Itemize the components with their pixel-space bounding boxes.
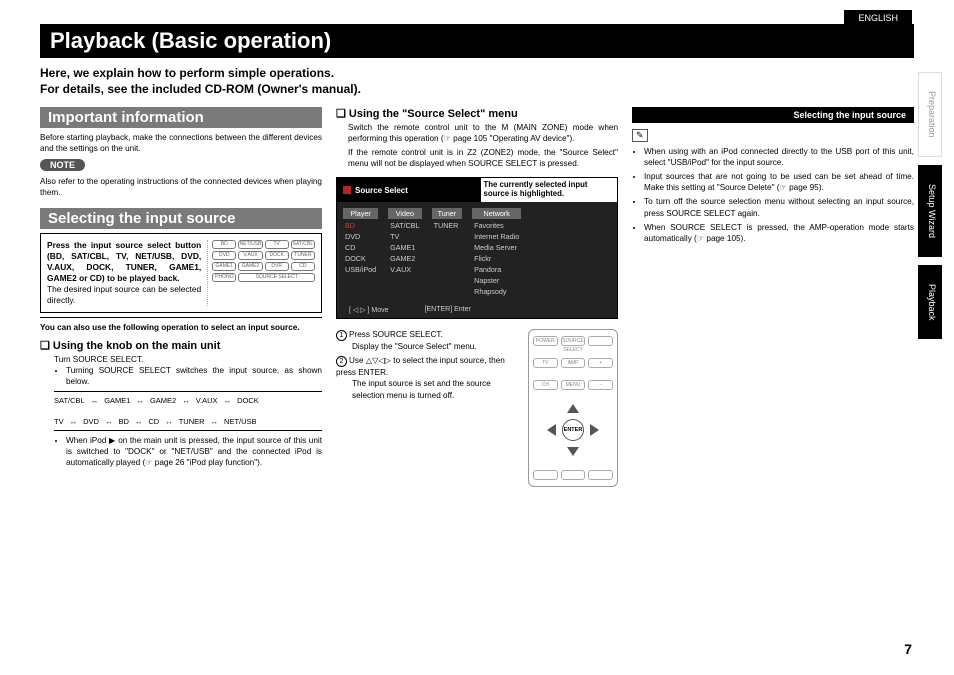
remote-illustration: POWER SOURCE SELECT TV AMP + CH MENU −: [528, 329, 618, 487]
ss-cat-head: Video: [388, 208, 421, 219]
ss-item: GAME1: [388, 243, 421, 252]
rm-btn: DOCK: [265, 251, 289, 260]
important-text: Before starting playback, make the conne…: [40, 132, 322, 154]
section-select-head: Selecting the input source: [40, 208, 322, 229]
source-select-box: Press the input source select button (BD…: [40, 233, 322, 313]
also-text: You can also use the following operation…: [40, 322, 322, 333]
enter-button: ENTER: [562, 419, 584, 441]
divider: [40, 317, 322, 318]
box-line1: Press the input source select button: [47, 240, 201, 250]
ss-item: Flickr: [472, 254, 521, 263]
ss-cat-head: Player: [343, 208, 378, 219]
ss-cat-head: Tuner: [432, 208, 463, 219]
ipod-note: When iPod ▶ on the main unit is pressed,…: [66, 435, 322, 468]
rm-btn: AMP: [561, 358, 586, 368]
note-pill: NOTE: [40, 159, 85, 171]
rm-btn: BD: [212, 240, 236, 249]
knob-turn: Turn SOURCE SELECT.: [54, 354, 322, 365]
ss-item: TV: [388, 232, 421, 241]
rm-btn: GAME1: [212, 262, 236, 271]
ss-menu-title: Source Select: [337, 178, 480, 202]
ss-item: Favorites: [472, 221, 521, 230]
rm-btn: PHONO: [212, 273, 236, 282]
left-icon: [547, 424, 556, 436]
step-2a: Use △▽◁▷ to select the input source, the…: [336, 356, 505, 377]
ss-foot-move: [ ◁ ▷ ] Move: [349, 306, 389, 314]
ss-item: Internet Radio: [472, 232, 521, 241]
ss-item: DVD: [343, 232, 378, 241]
source-select-menu: Source Select The currently selected inp…: [336, 177, 618, 319]
right-b1: When using with an iPod connected direct…: [644, 146, 914, 168]
rm-btn: [533, 470, 558, 480]
page-title: Playback (Basic operation): [40, 24, 914, 58]
rm-btn: CH: [533, 380, 558, 390]
step-2-icon: 2: [336, 356, 347, 367]
box-line2: (BD, SAT/CBL, TV, NET/USB, DVD, V.AUX, D…: [47, 251, 201, 283]
right-icon: [590, 424, 599, 436]
knob-head: Using the knob on the main unit: [40, 339, 322, 352]
rm-btn: POWER: [533, 336, 558, 346]
rm-btn: [588, 470, 613, 480]
ss-item: CD: [343, 243, 378, 252]
intro-line-2: For details, see the included CD-ROM (Ow…: [40, 82, 914, 98]
ss-p2: If the remote control unit is in Z2 (ZON…: [348, 147, 618, 169]
ss-item: Media Server: [472, 243, 521, 252]
rm-btn-source-select: SOURCE SELECT: [238, 273, 315, 282]
intro-line-1: Here, we explain how to perform simple o…: [40, 66, 914, 82]
rm-btn: TV: [265, 240, 289, 249]
selecting-strip: Selecting the input source: [632, 107, 914, 123]
source-flow: SAT/CBL↔ GAME1↔ GAME2↔ V.AUX↔ DOCK TV↔ D…: [54, 391, 322, 431]
rm-btn: [588, 336, 613, 346]
rm-btn: SAT/CBL: [291, 240, 315, 249]
ss-p1: Switch the remote control unit to the M …: [348, 122, 618, 144]
selector-icon: [343, 186, 351, 194]
note-text: Also refer to the operating instructions…: [40, 176, 322, 198]
ss-foot-enter: [ENTER] Enter: [425, 306, 471, 314]
ss-item: DOCK: [343, 254, 378, 263]
ss-menu-note: The currently selected input source is h…: [480, 178, 618, 202]
rm-btn: DVR: [265, 262, 289, 271]
rm-btn: [561, 470, 586, 480]
rm-btn: CD: [291, 262, 315, 271]
ss-item: Rhapsody: [472, 287, 521, 296]
pencil-icon: ✎: [632, 129, 648, 142]
dpad: ENTER: [547, 404, 599, 456]
rm-btn: TV: [533, 358, 558, 368]
rm-btn: TUNER: [291, 251, 315, 260]
section-important-head: Important information: [40, 107, 322, 128]
ss-item: USB/iPod: [343, 265, 378, 274]
up-icon: [567, 404, 579, 413]
knob-switch-text: Turning SOURCE SELECT switches the input…: [66, 365, 322, 387]
rm-btn: V.AUX: [238, 251, 262, 260]
right-b4: When SOURCE SELECT is pressed, the AMP-o…: [644, 222, 914, 244]
ss-menu-head: Using the "Source Select" menu: [336, 107, 618, 120]
rm-btn: +: [588, 358, 613, 368]
ss-item: Napster: [472, 276, 521, 285]
ss-item: Pandora: [472, 265, 521, 274]
right-b2: Input sources that are not going to be u…: [644, 171, 914, 193]
ss-item: BD: [343, 221, 378, 230]
rm-btn: GAME2: [238, 262, 262, 271]
ss-item: TUNER: [432, 221, 463, 230]
remote-mock-top: BD NET/USB TV SAT/CBL DVD V.AUX DOCK TUN…: [207, 240, 315, 306]
step-1a: Press SOURCE SELECT.: [349, 330, 443, 339]
rm-btn-source-select: SOURCE SELECT: [561, 336, 586, 346]
step-1-icon: 1: [336, 330, 347, 341]
rm-btn: −: [588, 380, 613, 390]
ss-item: SAT/CBL: [388, 221, 421, 230]
down-icon: [567, 447, 579, 456]
page-number: 7: [904, 641, 912, 657]
rm-btn: NET/USB: [238, 240, 262, 249]
rm-btn: MENU: [561, 380, 586, 390]
rm-btn: DVD: [212, 251, 236, 260]
ss-item: V.AUX: [388, 265, 421, 274]
right-b3: To turn off the source selection menu wi…: [644, 196, 914, 218]
ss-item: GAME2: [388, 254, 421, 263]
box-line3: The desired input source can be selected…: [47, 284, 201, 305]
ss-cat-head: Network: [472, 208, 521, 219]
